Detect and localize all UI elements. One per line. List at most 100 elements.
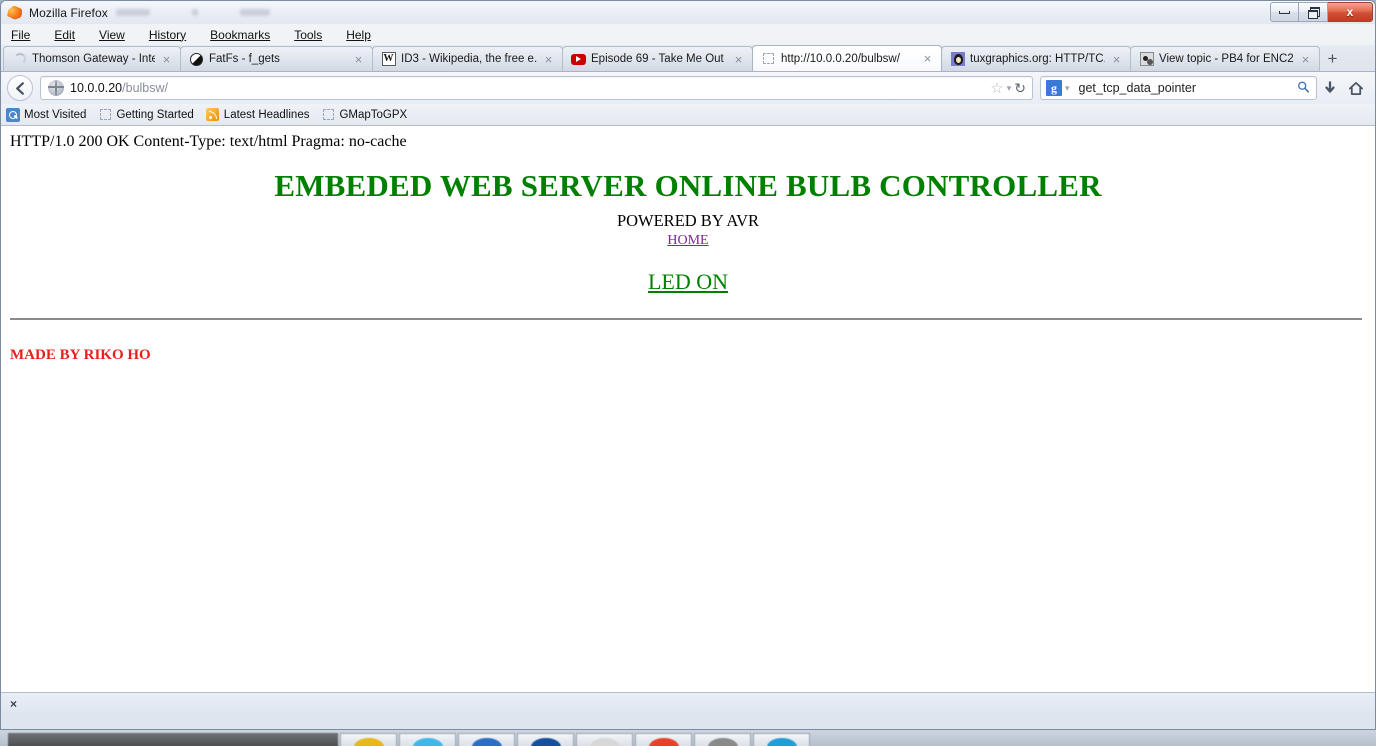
page-footer-credit: MADE BY RIKO HO [10,347,151,363]
most-visited-icon [6,107,20,122]
new-tab-button[interactable]: + [1319,46,1346,71]
bookmark-gmaptogpx[interactable]: GMapToGPX [321,108,407,122]
google-search-engine-icon[interactable]: g [1046,80,1062,96]
tab-close-icon[interactable]: × [920,52,935,65]
page-subtitle: POWERED BY AVR [616,211,760,230]
taskbar-items [8,733,810,746]
find-bar-close-icon[interactable]: × [10,697,17,711]
navigation-toolbar: 10.0.0.20/bulbsw/ ☆ ▾ ↻ g ▾ get_tcp_data… [1,72,1375,104]
search-bar[interactable]: g ▾ get_tcp_data_pointer [1040,76,1317,100]
window-title: Mozilla Firefox [29,5,108,20]
restore-icon [1307,7,1320,19]
url-host: 10.0.0.20 [70,81,123,95]
tab-label: tuxgraphics.org: HTTP/TC... [970,53,1105,65]
taskbar-item[interactable] [458,733,515,746]
tab-tuxgraphics[interactable]: tuxgraphics.org: HTTP/TC... × [941,46,1131,71]
search-magnifier-icon[interactable] [1294,78,1315,99]
tab-bulbsw-active[interactable]: http://10.0.0.20/bulbsw/ × [752,45,942,71]
bookmark-label: Most Visited [24,108,87,121]
tab-label: View topic - PB4 for ENC2... [1159,53,1294,65]
bookmark-star-icon[interactable]: ☆ [990,81,1003,96]
taskbar-item[interactable] [340,733,397,746]
tab-thomson-gateway[interactable]: Thomson Gateway - Inter... × [3,46,181,71]
url-path: /bulbsw/ [122,81,168,95]
bookmark-label: Getting Started [116,108,194,121]
taskbar-item[interactable] [576,733,633,746]
menu-view-label: View [99,27,125,42]
tab-close-icon[interactable]: × [351,53,366,66]
menu-item-view[interactable]: View [97,26,135,44]
search-input[interactable]: get_tcp_data_pointer [1079,81,1196,95]
title-bar: Mozilla Firefox x [1,1,1375,24]
reload-icon[interactable]: ↻ [1014,80,1026,97]
tab-close-icon[interactable]: × [159,53,174,66]
page-content: HTTP/1.0 200 OK Content-Type: text/html … [1,126,1375,692]
bookmarks-toolbar: Most Visited Getting Started Latest Head… [1,104,1375,126]
bookmark-label: Latest Headlines [223,108,310,121]
led-link-container: LED ON [1,269,1375,295]
menu-item-tools[interactable]: Tools [292,26,332,44]
back-button[interactable] [7,75,33,101]
taskbar-item[interactable] [635,733,692,746]
menu-tools-label: Tools [294,27,323,42]
tab-close-icon[interactable]: × [541,53,556,66]
menu-file-label: File [11,27,31,42]
tab-label: Episode 69 - Take Me Out ... [591,53,727,65]
bookmark-label: GMapToGPX [339,108,408,121]
home-button[interactable] [1343,81,1369,96]
menu-item-help[interactable]: Help [344,26,381,44]
chevron-down-icon[interactable]: ▾ [1007,83,1012,94]
youtube-favicon-icon [571,52,586,67]
title-watermark [115,9,270,16]
bookmark-most-visited[interactable]: Most Visited [6,107,87,122]
page-title: EMBEDED WEB SERVER ONLINE BULB CONTROLLE… [274,168,1102,203]
bookmark-getting-started[interactable]: Getting Started [98,108,194,122]
tab-youtube-episode-69[interactable]: Episode 69 - Take Me Out ... × [562,46,753,71]
blank-page-icon [321,108,335,122]
url-bar[interactable]: 10.0.0.20/bulbsw/ ☆ ▾ ↻ [40,76,1033,100]
search-engine-chevron-icon[interactable]: ▾ [1065,83,1070,94]
menu-bar: File Edit View History Bookmarks Tools H… [1,24,1375,45]
tab-strip: Thomson Gateway - Inter... × FatFs - f_g… [1,45,1375,72]
tab-label: Thomson Gateway - Inter... [32,53,155,65]
menu-help-label: Help [346,27,371,42]
tab-fatfs[interactable]: FatFs - f_gets × [180,46,373,71]
tab-close-icon[interactable]: × [731,53,746,66]
led-on-link[interactable]: LED ON [648,269,728,294]
tab-label: FatFs - f_gets [209,53,280,65]
menu-item-history[interactable]: History [147,26,196,44]
blank-page-favicon-icon [761,51,776,66]
close-button[interactable]: x [1328,2,1373,22]
bookmark-latest-headlines[interactable]: Latest Headlines [206,108,310,122]
taskbar-item[interactable] [517,733,574,746]
menu-history-label: History [148,27,187,42]
rss-icon [206,108,220,122]
menu-item-edit[interactable]: Edit [52,26,85,44]
tuxgraphics-favicon-icon [950,52,965,67]
restore-button[interactable] [1299,2,1328,22]
taskbar-item[interactable] [753,733,810,746]
tab-close-icon[interactable]: × [1298,53,1313,66]
minimize-icon [1279,10,1290,14]
url-text: 10.0.0.20/bulbsw/ [70,81,168,95]
windows-taskbar [0,730,1376,746]
taskbar-item[interactable] [694,733,751,746]
taskbar-dark-segment [8,733,338,746]
tab-view-topic-pb4[interactable]: View topic - PB4 for ENC2... × [1130,46,1320,71]
menu-item-file[interactable]: File [9,26,40,44]
taskbar-item[interactable] [399,733,456,746]
site-globe-icon [48,80,64,96]
tab-close-icon[interactable]: × [1109,53,1124,66]
browser-window: Mozilla Firefox x File Edit View History… [0,0,1376,730]
download-arrow-icon [1325,80,1335,93]
minimize-button[interactable] [1270,2,1299,22]
downloads-button[interactable] [1317,80,1343,96]
tab-label: ID3 - Wikipedia, the free e... [401,53,537,65]
url-bar-actions: ☆ ▾ ↻ [990,80,1028,97]
tab-wikipedia-id3[interactable]: W ID3 - Wikipedia, the free e... × [372,46,563,71]
menu-item-bookmarks[interactable]: Bookmarks [208,26,280,44]
menu-edit-label: Edit [54,27,76,42]
forum-favicon-icon [1139,52,1154,67]
home-link[interactable]: HOME [1,233,1375,249]
spinner-icon [12,52,27,67]
